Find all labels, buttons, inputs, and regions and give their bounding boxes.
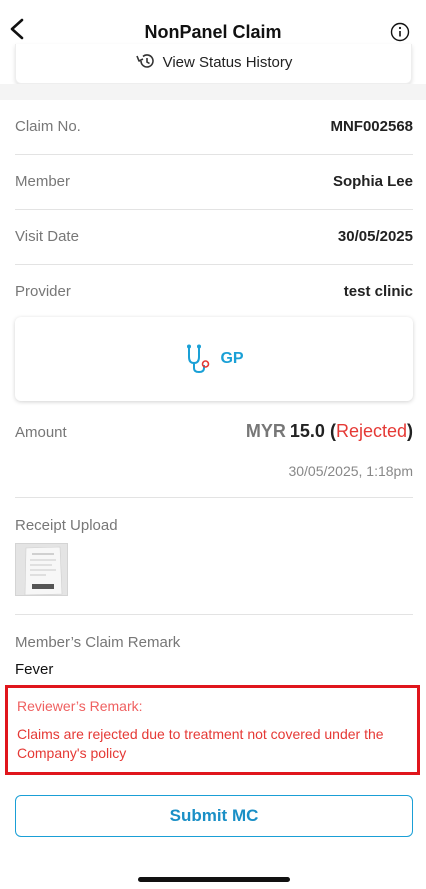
amount-number: 15.0 [289,421,325,441]
member-label: Member [15,173,71,190]
receipt-upload-label: Receipt Upload [15,517,118,534]
amount-currency: MYR [245,421,286,441]
amount-datetime: 30/05/2025, 1:18pm [288,463,413,479]
receipt-image-icon [16,544,67,595]
member-row: Member Sophia Lee [15,155,413,210]
receipt-thumbnail[interactable] [15,543,68,596]
member-remark-value: Fever [15,661,54,678]
member-value: Sophia Lee [332,173,413,190]
view-status-history-button[interactable]: View Status History [15,44,412,84]
service-type-label: GP [220,350,244,367]
reviewer-remark-box: Reviewer’s Remark: Claims are rejected d… [5,685,420,775]
claim-number-value: MNF002568 [330,118,413,135]
stethoscope-icon [187,344,210,374]
claim-number-row: Claim No. MNF002568 [15,100,413,155]
service-type-card: GP [15,317,413,401]
member-remark-label: Member’s Claim Remark [15,634,181,651]
amount-value: MYR 15.0 (Rejected) [246,421,413,442]
section-separator [0,84,426,100]
reviewer-remark-label: Reviewer’s Remark: [17,698,143,714]
history-icon [135,54,154,68]
amount-close-paren: ) [407,421,413,441]
view-status-history-label: View Status History [162,54,293,71]
visit-date-value: 30/05/2025 [337,228,413,245]
claim-number-label: Claim No. [15,118,81,135]
amount-label: Amount [15,424,67,441]
home-indicator [138,877,290,882]
provider-row: Provider test clinic [15,265,413,320]
amount-open-paren: ( [324,421,336,441]
visit-date-label: Visit Date [15,228,79,245]
divider [15,497,413,498]
provider-label: Provider [15,283,71,300]
divider [15,614,413,615]
page-title: NonPanel Claim [144,22,282,42]
visit-date-row: Visit Date 30/05/2025 [15,210,413,265]
info-circle-icon[interactable] [390,22,410,42]
reviewer-remark-value: Claims are rejected due to treatment not… [17,726,384,761]
status-badge: Rejected [335,421,407,441]
submit-mc-button[interactable]: Submit MC [15,795,413,837]
provider-value: test clinic [343,283,413,300]
